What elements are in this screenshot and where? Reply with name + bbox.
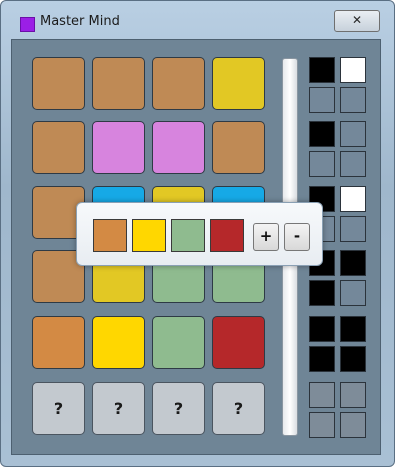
add-button[interactable]: +	[253, 223, 279, 251]
color-picker-popup: + -	[76, 202, 323, 266]
guess-peg[interactable]	[92, 57, 145, 110]
feedback-peg	[340, 412, 366, 438]
guess-peg[interactable]	[92, 121, 145, 174]
guess-peg[interactable]	[212, 57, 265, 110]
guess-peg[interactable]	[212, 121, 265, 174]
feedback-peg	[309, 87, 335, 113]
guess-peg[interactable]	[92, 316, 145, 369]
feedback-peg	[340, 186, 366, 212]
hidden-code-peg: ?	[212, 382, 265, 435]
hidden-code-peg: ?	[32, 382, 85, 435]
feedback-peg	[309, 382, 335, 408]
feedback-peg	[309, 346, 335, 372]
feedback-peg	[340, 382, 366, 408]
feedback-peg	[340, 346, 366, 372]
picker-swatch[interactable]	[210, 219, 244, 252]
feedback-peg	[309, 412, 335, 438]
app-icon	[20, 17, 35, 32]
remove-button[interactable]: -	[284, 223, 310, 251]
guess-peg[interactable]	[152, 57, 205, 110]
hidden-code-peg: ?	[152, 382, 205, 435]
guess-peg[interactable]	[152, 121, 205, 174]
title-bar: Master Mind ✕	[1, 1, 394, 39]
feedback-peg	[309, 151, 335, 177]
feedback-peg	[340, 280, 366, 306]
guess-peg[interactable]	[32, 57, 85, 110]
window-title: Master Mind	[40, 14, 120, 29]
feedback-peg	[340, 87, 366, 113]
picker-swatch[interactable]	[93, 219, 127, 252]
feedback-peg	[340, 121, 366, 147]
feedback-peg	[340, 216, 366, 242]
feedback-peg	[309, 57, 335, 83]
feedback-peg	[309, 316, 335, 342]
guess-peg[interactable]	[32, 316, 85, 369]
picker-swatch[interactable]	[171, 219, 205, 252]
guess-peg[interactable]	[212, 316, 265, 369]
close-button[interactable]: ✕	[334, 10, 380, 32]
feedback-peg	[309, 280, 335, 306]
guess-peg[interactable]	[32, 121, 85, 174]
master-mind-window: Master Mind ✕ ???? + -	[0, 0, 395, 467]
feedback-peg	[340, 250, 366, 276]
feedback-peg	[340, 57, 366, 83]
picker-swatch[interactable]	[132, 219, 166, 252]
feedback-peg	[309, 121, 335, 147]
hidden-code-peg: ?	[92, 382, 145, 435]
feedback-peg	[340, 316, 366, 342]
feedback-peg	[340, 151, 366, 177]
guess-peg[interactable]	[152, 316, 205, 369]
